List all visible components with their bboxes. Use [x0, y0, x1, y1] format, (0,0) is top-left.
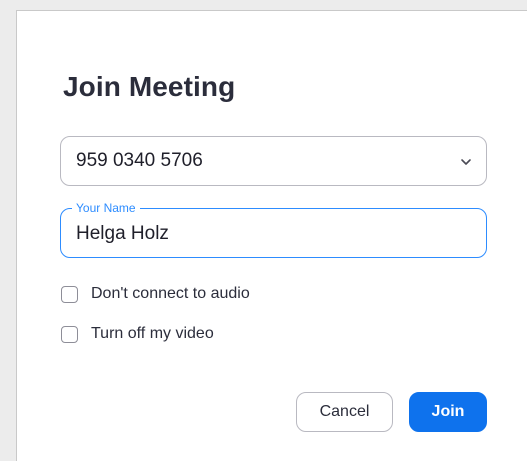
- dialog-title: Join Meeting: [63, 71, 236, 102]
- join-button[interactable]: Join: [409, 392, 487, 432]
- dont-connect-audio-checkbox[interactable]: [61, 285, 78, 303]
- meeting-id-value: 959 0340 5706: [76, 150, 203, 171]
- window-background: Join Meeting 959 0340 5706 Your Name Hel…: [0, 0, 527, 461]
- cancel-button[interactable]: Cancel: [296, 392, 393, 432]
- your-name-label: Your Name: [72, 201, 140, 215]
- turn-off-video-label[interactable]: Turn off my video: [91, 325, 214, 343]
- join-meeting-dialog: Join Meeting 959 0340 5706 Your Name Hel…: [16, 10, 527, 461]
- dont-connect-audio-label[interactable]: Don't connect to audio: [91, 285, 250, 303]
- turn-off-video-checkbox[interactable]: [61, 325, 78, 343]
- chevron-down-icon[interactable]: [460, 155, 472, 167]
- your-name-value[interactable]: Helga Holz: [76, 223, 169, 245]
- your-name-field[interactable]: Your Name Helga Holz: [60, 201, 487, 258]
- option-dont-connect-audio[interactable]: Don't connect to audio: [61, 283, 250, 305]
- meeting-id-select[interactable]: 959 0340 5706: [60, 136, 487, 186]
- option-turn-off-video[interactable]: Turn off my video: [61, 323, 214, 345]
